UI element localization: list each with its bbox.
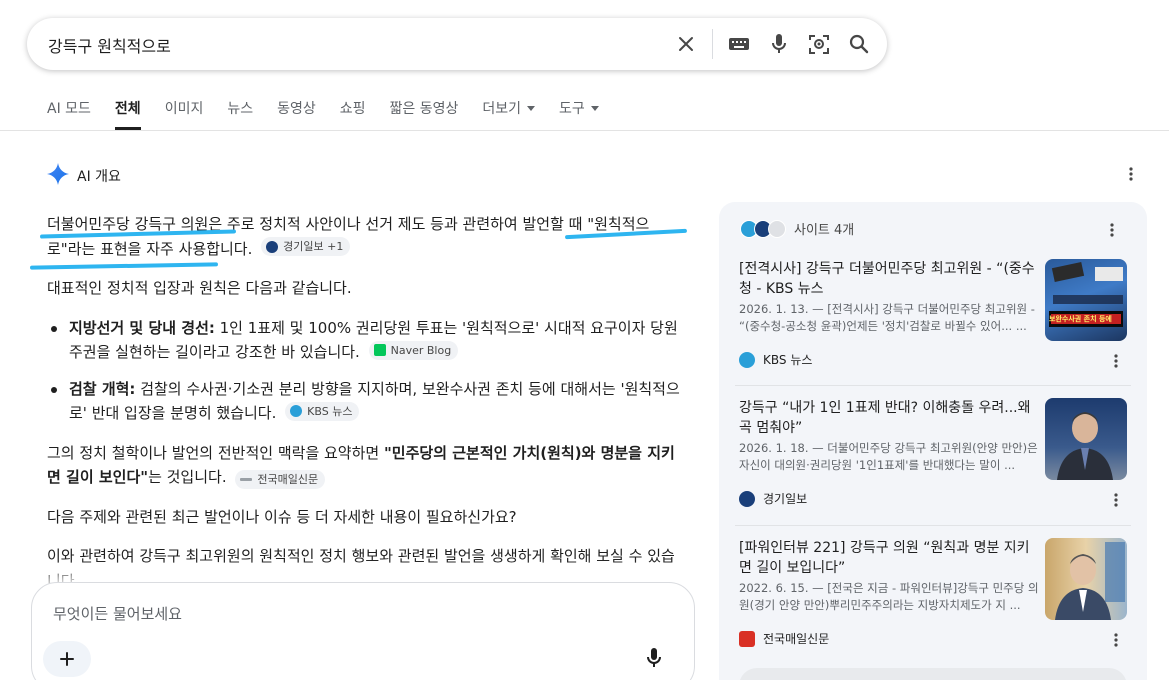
bullet-text: 검찰의 수사권·기소권 분리 방향을 지지하며, 보완수사권 존치 등에 대해서… [69, 379, 680, 423]
ai-summary-paragraph: 대표적인 정치적 입장과 원칙은 다음과 같습니다. [47, 279, 352, 297]
philosophy-text-end: 는 것입니다. [148, 468, 227, 486]
tab-ai-mode[interactable]: AI 모드 [47, 98, 91, 130]
tab-label: 더보기 [482, 101, 521, 117]
citation-chip[interactable]: 경기일보 +1 [261, 237, 351, 256]
ai-bullet-list: 지방선거 및 당내 경선: 1인 1표제 및 100% 권리당원 투표는 '원칙… [47, 316, 682, 426]
source-favicons [740, 219, 786, 238]
chevron-down-icon [527, 105, 535, 111]
kbs-favicon [739, 351, 755, 368]
tab-images[interactable]: 이미지 [165, 98, 204, 130]
ask-microphone-icon[interactable] [646, 647, 662, 673]
citation-label: KBS 뉴스 [307, 404, 353, 418]
tab-tools[interactable]: 도구 [559, 98, 599, 130]
more-options-icon[interactable] [1129, 166, 1133, 185]
publisher-name: 전국매일신문 [763, 632, 830, 646]
naver-blog-icon [373, 344, 386, 356]
ai-philosophy-paragraph: 그의 정치 철학이나 발언의 전반적인 맥락을 요약하면 "민주당의 근본적인 … [47, 441, 682, 490]
tab-label: 이미지 [164, 101, 204, 117]
source-card-thumbnail[interactable] [1045, 398, 1127, 480]
ask-followup-box[interactable]: 무엇이든 물어보세요 [31, 582, 695, 680]
more-options-icon[interactable] [1114, 353, 1118, 372]
search-icon[interactable] [845, 30, 873, 58]
add-attachment-button[interactable] [43, 641, 91, 677]
search-tabs: AI 모드 전체 이미지 뉴스 동영상 쇼핑 짧은 동영상 더보기 도구 [47, 98, 623, 130]
gyeonggi-favicon [739, 490, 755, 507]
jeonmae-favicon [739, 630, 755, 647]
bullet-heading: 검찰 개혁: [69, 379, 136, 398]
tab-label: 쇼핑 [339, 101, 366, 117]
sources-panel: 사이트 4개 [전격시사] 강득구 더불어민주당 최고위원 - “(중수청 - … [719, 202, 1147, 680]
publisher-name: KBS 뉴스 [763, 353, 813, 367]
source-card-publisher: 경기일보 [739, 490, 807, 507]
tab-label: 도구 [559, 101, 585, 117]
tab-label: 동영상 [277, 101, 316, 117]
search-input[interactable]: 강득구 원칙적으로 [48, 33, 171, 57]
citation-label: 경기일보 +1 [283, 240, 344, 253]
citation-chip[interactable]: KBS 뉴스 [285, 401, 360, 421]
kbs-logo-icon [290, 405, 303, 417]
jeonmae-logo-icon [240, 478, 253, 481]
ai-overview-body: 더불어민주당 강득구 의원은 주로 정치적 사안이나 선거 제도 등과 관련하여… [47, 212, 682, 608]
clear-icon[interactable] [672, 30, 700, 58]
philosophy-text: 그의 정치 철학이나 발언의 전반적인 맥락을 요약하면 [47, 443, 384, 462]
chevron-down-icon [590, 105, 599, 111]
citation-label: Naver Blog [390, 343, 452, 357]
gyeonggi-logo-icon [266, 240, 279, 253]
list-item: 지방선거 및 당내 경선: 1인 1표제 및 100% 권리당원 투표는 '원칙… [47, 316, 682, 365]
tab-label: 뉴스 [227, 101, 254, 117]
tab-label: 짧은 동영상 [389, 101, 459, 117]
ai-overview-header: AI 개요 [47, 163, 121, 189]
tab-news[interactable]: 뉴스 [227, 98, 253, 130]
search-box[interactable]: 강득구 원칙적으로 [27, 18, 887, 70]
keyboard-icon[interactable] [725, 30, 753, 58]
citation-chip[interactable]: 전국매일신문 [235, 470, 326, 489]
citation-label: 전국매일신문 [257, 473, 319, 486]
ai-overview-title: AI 개요 [77, 169, 121, 185]
sources-header[interactable]: 사이트 4개 [740, 219, 854, 238]
tab-label: 전체 [114, 101, 141, 117]
thumbnail-caption: 보완수사권 존치 등에 [1049, 315, 1112, 323]
microphone-icon[interactable] [765, 30, 793, 58]
lens-icon[interactable] [805, 30, 833, 58]
source-card-title[interactable]: [파워인터뷰 221] 강득구 의원 “원칙과 명분 지키면 길이 보입니다” [739, 538, 1039, 578]
source-card-snippet: 2022. 6. 15. — [전국은 지금 - 파워인터뷰]강득구 민주당 의… [739, 581, 1039, 612]
card-divider [735, 385, 1131, 386]
tab-label: AI 모드 [47, 101, 91, 117]
source-card-snippet: 2026. 1. 18. — 더불어민주당 강득구 최고위원(안양 만안)은 자… [739, 441, 1038, 472]
sources-count: 사이트 4개 [794, 223, 855, 238]
list-item: 검찰 개혁: 검찰의 수사권·기소권 분리 방향을 지지하며, 보완수사권 존치… [47, 377, 682, 426]
more-options-icon[interactable] [1110, 222, 1114, 241]
card-divider [735, 525, 1131, 526]
tabs-divider [0, 130, 1169, 131]
show-all-sources-button[interactable] [739, 668, 1127, 680]
ask-input[interactable]: 무엇이든 물어보세요 [53, 603, 182, 624]
ai-question-paragraph: 다음 주제와 관련된 최근 발언이나 이슈 등 더 자세한 내용이 필요하신가요… [47, 507, 517, 526]
search-divider [712, 29, 713, 59]
source-card-snippet: 2026. 1. 13. — [전격시사] 강득구 더불어민주당 최고위원 - … [739, 302, 1035, 333]
jeonmae-favicon [768, 219, 786, 238]
citation-chip[interactable]: Naver Blog [368, 340, 459, 360]
more-options-icon[interactable] [1114, 632, 1118, 651]
source-card[interactable]: [파워인터뷰 221] 강득구 의원 “원칙과 명분 지키면 길이 보입니다” … [735, 538, 1131, 658]
tab-shopping[interactable]: 쇼핑 [340, 98, 366, 130]
source-card[interactable]: 강득구 “내가 1인 1표제 반대? 이해충돌 우려...왜곡 멈춰야” 202… [735, 398, 1131, 518]
publisher-name: 경기일보 [763, 492, 808, 506]
source-card-thumbnail[interactable]: 보완수사권 존치 등에 [1045, 259, 1127, 341]
source-card[interactable]: [전격시사] 강득구 더불어민주당 최고위원 - “(중수청 - KBS 뉴스 … [735, 259, 1131, 379]
bullet-heading: 지방선거 및 당내 경선: [69, 318, 215, 337]
tab-all[interactable]: 전체 [114, 98, 141, 130]
tab-short-videos[interactable]: 짧은 동영상 [390, 98, 459, 130]
gemini-sparkle-icon [47, 163, 69, 189]
tab-more[interactable]: 더보기 [482, 98, 535, 130]
tab-videos[interactable]: 동영상 [277, 98, 316, 130]
source-card-publisher: KBS 뉴스 [739, 351, 812, 368]
source-card-title[interactable]: [전격시사] 강득구 더불어민주당 최고위원 - “(중수청 - KBS 뉴스 [739, 259, 1039, 299]
more-options-icon[interactable] [1114, 492, 1118, 511]
plus-icon [60, 652, 74, 666]
source-card-publisher: 전국매일신문 [739, 630, 829, 647]
source-card-thumbnail[interactable] [1045, 538, 1127, 620]
source-card-title[interactable]: 강득구 “내가 1인 1표제 반대? 이해충돌 우려...왜곡 멈춰야” [739, 398, 1039, 438]
